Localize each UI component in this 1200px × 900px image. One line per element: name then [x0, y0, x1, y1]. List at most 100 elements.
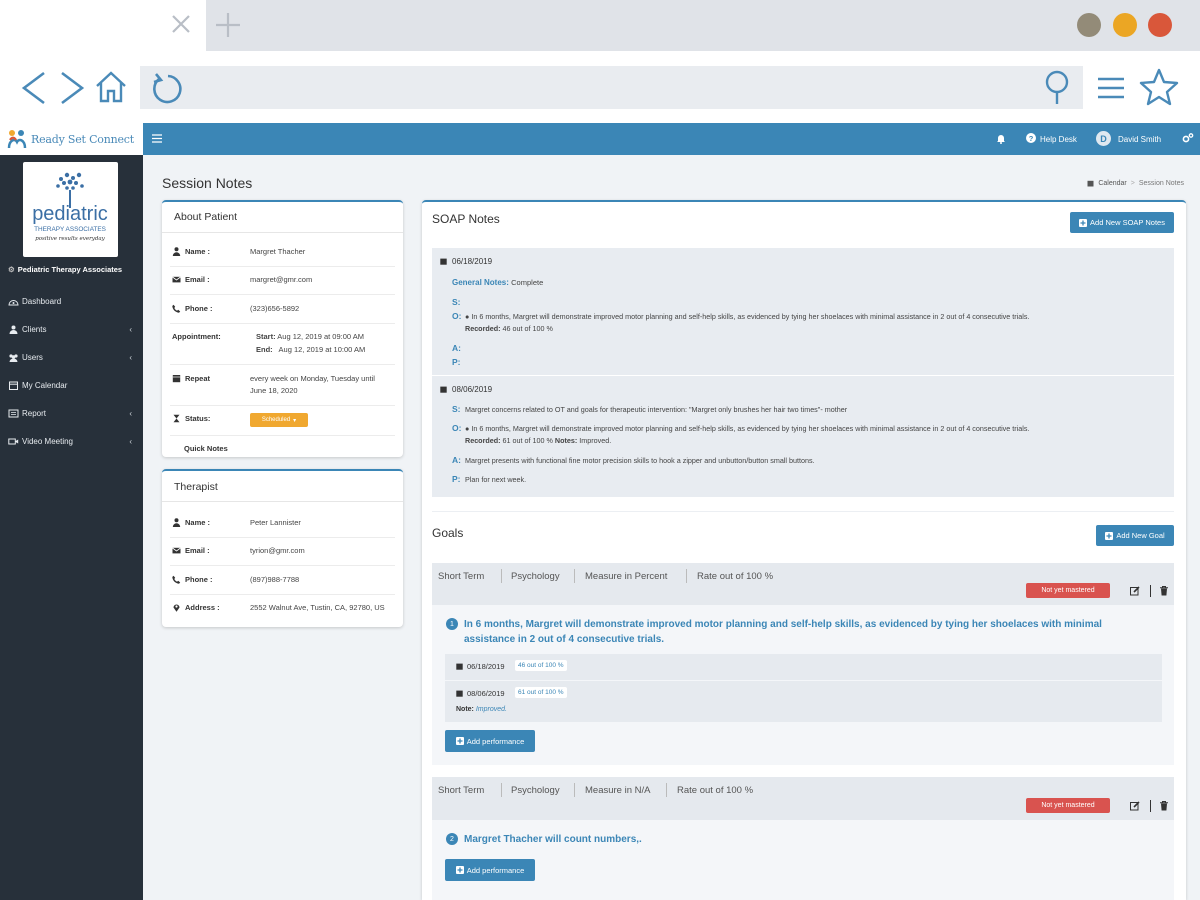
performance-date: 08/06/2019 [456, 689, 505, 698]
status-dropdown-value: Scheduled [261, 417, 291, 423]
sidebar-item-clients[interactable]: Clients ‹ [8, 325, 136, 334]
settings-cogs-icon[interactable] [1182, 132, 1194, 144]
reload-icon[interactable] [149, 72, 183, 106]
start-label: Start: [256, 332, 276, 341]
sidebar-item-video-meeting[interactable]: Video Meeting ‹ [8, 437, 136, 446]
browser-tab-strip [0, 0, 1200, 51]
therapist-email[interactable]: tyrion@gmr.com [250, 546, 305, 555]
forward-icon[interactable] [58, 71, 86, 105]
chevron-left-icon: ‹ [129, 437, 132, 446]
sidebar-item-label: Video Meeting [22, 437, 73, 446]
window-dot-3[interactable] [1148, 13, 1172, 37]
avatar[interactable]: D [1096, 131, 1111, 146]
goal-rate: Rate out of 100 % [677, 785, 754, 796]
repeat-line-1: every week on Monday, Tuesday until [250, 374, 375, 383]
add-soap-notes-button[interactable]: Add New SOAP Notes [1070, 212, 1174, 233]
goal-term: Short Term [438, 785, 485, 796]
add-new-goal-button[interactable]: Add New Goal [1096, 525, 1174, 546]
caret-down-icon: ▾ [293, 417, 297, 424]
address-bar[interactable] [140, 66, 1083, 109]
recorded-value: 61 out of 100 % [502, 436, 553, 445]
help-desk-link[interactable]: Help Desk [1040, 135, 1077, 144]
soap-o-recorded: Recorded: 61 out of 100 % Notes: Improve… [465, 436, 611, 445]
performance-date: 06/18/2019 [456, 662, 505, 671]
sidebar-item-users[interactable]: Users ‹ [8, 353, 136, 362]
close-tab-icon[interactable] [168, 11, 194, 37]
plus-square-icon [455, 737, 464, 745]
back-icon[interactable] [20, 71, 48, 105]
org-logo-subtitle: THERAPY ASSOCIATES [34, 226, 106, 233]
trash-icon[interactable] [1160, 586, 1168, 596]
home-icon[interactable] [94, 70, 128, 104]
goal-measure: Measure in Percent [585, 571, 668, 582]
divider [170, 594, 395, 595]
goal-number: 2 [446, 833, 458, 845]
bookmark-star-icon[interactable] [1139, 68, 1179, 106]
quick-notes-link[interactable]: Quick Notes [184, 444, 228, 453]
therapist-phone[interactable]: (897)988-7788 [250, 575, 299, 584]
calendar-icon [456, 663, 463, 670]
svg-text:?: ? [1029, 134, 1034, 143]
divider [1150, 585, 1151, 597]
note-label: Note: [456, 706, 474, 713]
window-dot-1[interactable] [1077, 13, 1101, 37]
soap-date-text: 06/18/2019 [452, 257, 493, 266]
calendar-icon [9, 381, 18, 390]
help-icon[interactable]: ? [1026, 133, 1036, 143]
bell-icon[interactable] [996, 133, 1006, 144]
user-name[interactable]: David Smith [1118, 135, 1161, 144]
edit-icon[interactable] [1130, 586, 1140, 596]
patient-phone[interactable]: (323)656-5892 [250, 304, 299, 313]
divider [432, 511, 1174, 512]
edit-icon[interactable] [1130, 801, 1140, 811]
add-new-goal-label: Add New Goal [1116, 531, 1165, 540]
map-marker-icon [173, 604, 180, 612]
search-icon[interactable] [1043, 70, 1071, 106]
new-tab-icon[interactable] [214, 11, 242, 39]
sidebar-item-my-calendar[interactable]: My Calendar [8, 381, 136, 390]
add-soap-notes-label: Add New SOAP Notes [1090, 218, 1165, 227]
breadcrumb-calendar[interactable]: Calendar [1098, 180, 1126, 187]
app-logo[interactable]: Ready Set Connect [0, 123, 143, 155]
card-title: Therapist [174, 481, 218, 493]
plus-square-icon [1079, 218, 1088, 227]
hourglass-icon [173, 414, 180, 423]
phone-icon [172, 575, 181, 584]
video-icon [8, 438, 19, 445]
add-performance-button[interactable]: Add performance [445, 730, 535, 752]
status-dropdown[interactable]: Scheduled ▾ [250, 413, 308, 427]
divider [574, 783, 575, 797]
divider [170, 266, 395, 267]
soap-a-label: A: [452, 455, 461, 465]
window-dot-2[interactable] [1113, 13, 1137, 37]
therapist-name: Peter Lannister [250, 518, 301, 527]
breadcrumb-separator: > [1130, 180, 1135, 187]
menu-icon[interactable] [1097, 76, 1125, 100]
calendar-icon [1087, 180, 1094, 187]
soap-date: 08/06/2019 [440, 385, 492, 394]
add-performance-button[interactable]: Add performance [445, 859, 535, 881]
therapist-card: Therapist Name : Peter Lannister Email :… [162, 469, 403, 627]
divider [162, 232, 403, 233]
sidebar-toggle-icon[interactable] [152, 134, 162, 143]
calendar-icon [440, 258, 447, 265]
phone-label-text: Phone : [185, 575, 213, 584]
logo-figures-icon [7, 130, 27, 149]
divider [162, 501, 403, 502]
name-label-text: Name : [185, 518, 211, 527]
sidebar-item-report[interactable]: Report ‹ [8, 409, 136, 418]
recorded-label: Recorded: [465, 324, 501, 333]
goal-term: Short Term [438, 571, 485, 582]
add-performance-label: Add performance [466, 736, 525, 746]
divider [1150, 800, 1151, 812]
goal-status-badge: Not yet mastered [1026, 798, 1110, 813]
general-notes-label: General Notes: [452, 278, 509, 287]
goal-status-badge: Not yet mastered [1026, 583, 1110, 598]
trash-icon[interactable] [1160, 801, 1168, 811]
general-notes-value: Complete [511, 278, 544, 287]
performance-note: Note: Improved. [456, 706, 507, 713]
logo-text: Ready Set Connect [31, 132, 134, 146]
patient-email[interactable]: margret@gmr.com [250, 275, 312, 284]
breadcrumb: Calendar > Session Notes [1087, 180, 1184, 187]
sidebar-item-dashboard[interactable]: Dashboard [8, 297, 136, 306]
